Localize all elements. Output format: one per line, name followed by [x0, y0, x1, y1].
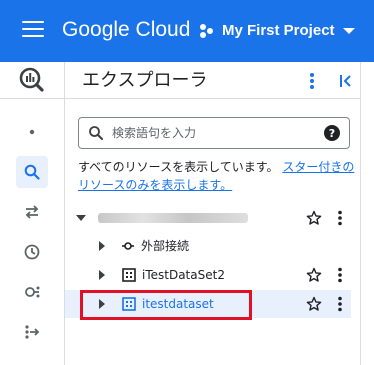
help-icon[interactable]: ?	[323, 124, 341, 142]
tree-item-external-connections[interactable]: 外部接続	[65, 232, 351, 260]
expand-caret-icon[interactable]	[99, 270, 105, 280]
svg-text:?: ?	[329, 127, 335, 140]
project-dots-icon	[200, 24, 214, 38]
top-app-bar: Google Cloud My First Project	[0, 0, 374, 62]
search-icon	[89, 126, 103, 140]
connection-icon	[122, 242, 134, 250]
search-box[interactable]: ?	[78, 117, 350, 149]
more-vert-icon[interactable]	[336, 210, 344, 226]
clock-icon[interactable]	[16, 236, 48, 268]
more-vert-icon[interactable]	[336, 296, 344, 312]
tree-item-label: iTestDataSet2	[142, 268, 225, 282]
collapse-panel-icon[interactable]	[333, 66, 359, 96]
search-icon[interactable]	[16, 156, 48, 188]
bigquery-icon[interactable]	[14, 62, 50, 98]
project-name: My First Project	[222, 22, 335, 39]
caret-down-icon	[342, 28, 355, 34]
star-icon[interactable]	[306, 267, 322, 283]
explorer-header: エクスプローラ	[65, 62, 374, 98]
collapse-caret-icon[interactable]	[76, 215, 86, 221]
info-text: すべてのリソースを表示しています。	[78, 160, 279, 174]
rail-divider	[0, 98, 64, 99]
header-divider	[65, 98, 360, 99]
migration-icon[interactable]	[16, 316, 48, 348]
more-vert-icon[interactable]	[336, 267, 344, 283]
highlight-annotation	[80, 290, 252, 320]
project-row[interactable]	[65, 204, 351, 232]
project-name-redacted	[98, 213, 248, 223]
explorer-title: エクスプローラ	[82, 70, 208, 91]
navigation-rail	[0, 62, 65, 365]
hamburger-menu-icon[interactable]	[22, 21, 44, 41]
panel-edge	[360, 62, 361, 365]
expand-caret-icon[interactable]	[99, 241, 105, 251]
more-vert-icon[interactable]	[300, 66, 324, 96]
tree-item-label: 外部接続	[141, 239, 190, 253]
star-icon[interactable]	[306, 296, 322, 312]
project-selector[interactable]: My First Project	[200, 18, 355, 44]
search-input[interactable]	[110, 125, 323, 141]
tree-item-dataset[interactable]: iTestDataSet2	[65, 261, 351, 289]
star-icon[interactable]	[306, 210, 322, 226]
resource-filter-info: すべてのリソースを表示しています。 スター付きのリソースのみを表示します。	[78, 158, 358, 194]
hub-icon[interactable]	[16, 276, 48, 308]
swap-icon[interactable]	[16, 196, 48, 228]
dataset-icon	[122, 268, 136, 282]
google-cloud-logo[interactable]: Google Cloud	[62, 15, 190, 45]
dot-icon[interactable]	[16, 116, 48, 148]
